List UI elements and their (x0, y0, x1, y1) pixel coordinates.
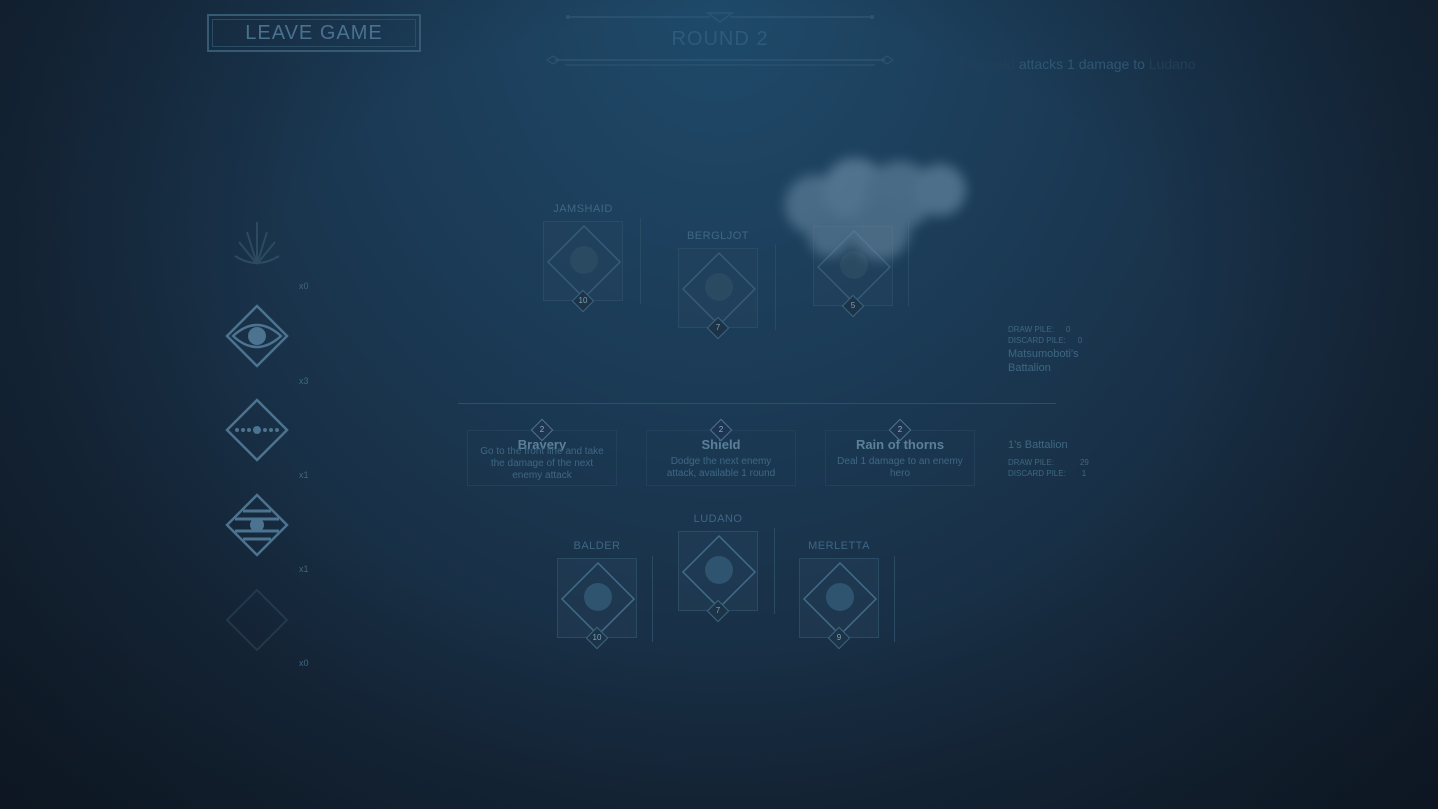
leave-game-label: LEAVE GAME (245, 21, 383, 44)
hero-name: MERLETTA (808, 540, 870, 552)
discard-pile-value: 0 (1077, 336, 1083, 345)
enemy-battalion-name: Matsumoboti's Battalion (1008, 348, 1079, 374)
enemy-hero-bergljot[interactable]: BERGLJOT 7 (673, 230, 763, 340)
hero-portrait: 10 (543, 221, 623, 313)
divider (774, 528, 775, 614)
card-description: Deal 1 damage to an enemy hero (837, 456, 963, 479)
log-target: Ludano (1148, 56, 1196, 72)
player-hero-merletta[interactable]: MERLETTA 9 (794, 540, 884, 650)
enemy-hero-jamshaid[interactable]: JAMSHAID 10 (538, 203, 628, 313)
divider (652, 556, 653, 642)
discard-pile-label: DISCARD PILE: (1008, 469, 1066, 478)
card-description: Go to the front line and take the damage… (480, 446, 604, 481)
token-count: x1 (299, 564, 309, 574)
hero-name: LUDANO (693, 513, 743, 525)
chain-icon[interactable] (225, 398, 289, 462)
round-ornament-top (566, 12, 874, 23)
vignette-overlay (0, 0, 1438, 809)
draw-pile-label: DRAW PILE: (1008, 325, 1054, 334)
token-count: x1 (299, 470, 309, 480)
player-hero-balder[interactable]: BALDER 10 (552, 540, 642, 650)
hero-name: BERGLJOT (686, 230, 750, 242)
discard-pile-value: 1 (1081, 469, 1087, 478)
round-ornament-bottom (546, 55, 894, 66)
board-divider (458, 403, 1056, 404)
player-pile-info: 1's Battalion DRAW PILE: 29 DISCARD PILE:… (1008, 438, 1089, 480)
hero-name: JAMSHAID (553, 203, 613, 215)
round-title: ROUND 2 (671, 28, 769, 50)
lotus-icon[interactable] (225, 212, 289, 276)
player-hero-ludano[interactable]: LUDANO 7 (673, 513, 763, 623)
hero-portrait: 9 (799, 558, 879, 650)
card-bravery[interactable]: 2 Bravery Go to the front line and take … (467, 418, 617, 486)
smoke-cloud-icon (785, 158, 966, 260)
hero-portrait: 10 (557, 558, 637, 650)
token-count: x0 (299, 658, 309, 668)
discard-pile-label: DISCARD PILE: (1008, 336, 1066, 345)
striped-diamond-icon[interactable] (225, 493, 289, 557)
hero-portrait: 7 (678, 248, 758, 340)
combat-log: Jamshaid attacks 1 damage to Ludano (955, 56, 1215, 72)
enemy-pile-info: DRAW PILE: 0 DISCARD PILE: 0 Matsumoboti's… (1008, 325, 1088, 375)
log-action: attacks 1 damage to (1018, 56, 1145, 72)
divider (894, 556, 895, 642)
card-shield[interactable]: 2 Shield Dodge the next enemy attack, av… (646, 418, 796, 486)
draw-pile-value: 0 (1065, 325, 1071, 334)
hero-portrait: 7 (678, 531, 758, 623)
divider (640, 218, 641, 304)
eye-icon[interactable] (225, 304, 289, 368)
player-battalion-name: 1's Battalion (1008, 439, 1068, 451)
token-count: x3 (299, 376, 309, 386)
hero-name: BALDER (573, 540, 621, 552)
log-attacker: Jamshaid (955, 56, 1015, 72)
card-rain-of-thorns[interactable]: 2 Rain of thorns Deal 1 damage to an ene… (825, 418, 975, 486)
empty-token-icon[interactable] (225, 588, 289, 652)
leave-game-button[interactable]: LEAVE GAME (207, 14, 421, 52)
draw-pile-value: 29 (1079, 458, 1089, 467)
token-count: x0 (299, 281, 309, 291)
card-description: Dodge the next enemy attack, available 1… (666, 456, 776, 479)
draw-pile-label: DRAW PILE: (1008, 458, 1054, 467)
